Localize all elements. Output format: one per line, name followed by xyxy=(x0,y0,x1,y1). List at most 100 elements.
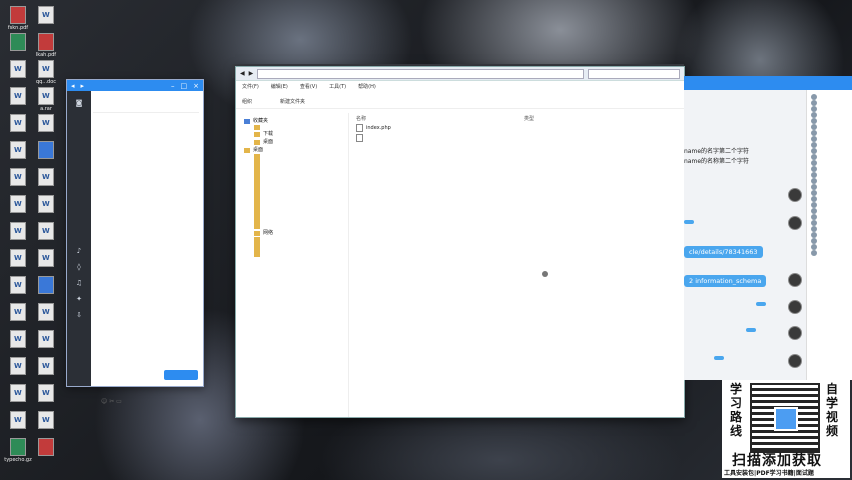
file-row[interactable] xyxy=(354,133,684,143)
nav-item[interactable]: 网络 xyxy=(236,229,348,237)
desktop-icon[interactable] xyxy=(4,411,32,430)
forward-icon[interactable]: ▸ xyxy=(81,82,85,90)
nav-item[interactable]: 桌面 xyxy=(236,138,348,146)
desktop-icon[interactable] xyxy=(4,384,32,403)
user-icon[interactable]: ◙ xyxy=(67,99,91,107)
desktop-icon[interactable] xyxy=(32,276,60,295)
desktop-icon[interactable] xyxy=(4,60,32,79)
folder-icon xyxy=(244,147,250,153)
game-icon[interactable]: ✦ xyxy=(67,295,91,303)
desktop-icon[interactable] xyxy=(4,303,32,322)
message-bubble xyxy=(684,220,694,224)
desktop-icon[interactable] xyxy=(4,114,32,133)
organize-button[interactable]: 组织 xyxy=(242,98,252,105)
desktop-icon[interactable] xyxy=(4,249,32,268)
send-button[interactable] xyxy=(164,370,198,380)
input-tools: ☺ ✂ ▭ xyxy=(101,398,122,405)
emoji-icon[interactable]: ☺ xyxy=(101,398,107,405)
desktop-icon[interactable] xyxy=(32,303,60,322)
file-icon xyxy=(38,330,54,348)
explorer-titlebar: ◀ ▶ xyxy=(236,67,684,81)
desktop-icon[interactable]: qq...doc xyxy=(32,60,60,85)
avatar[interactable] xyxy=(788,326,802,340)
message-text: name的名称第二个字符 xyxy=(684,158,750,165)
desktop-icon[interactable] xyxy=(4,141,32,160)
nav-item[interactable]: 桌面 xyxy=(236,146,348,154)
desktop-icon[interactable] xyxy=(4,330,32,349)
back-icon[interactable]: ◂ xyxy=(71,82,75,90)
chat-app-titlebar: ◂ ▸ – □ × xyxy=(67,80,203,91)
file-icon xyxy=(10,60,26,78)
avatar[interactable] xyxy=(788,188,802,202)
desktop-icon[interactable] xyxy=(32,195,60,214)
desktop-icon[interactable] xyxy=(32,168,60,187)
nav-item[interactable] xyxy=(236,252,348,257)
desktop-icon[interactable] xyxy=(32,384,60,403)
maximize-icon[interactable]: □ xyxy=(181,82,188,90)
member-item[interactable] xyxy=(811,250,852,256)
avatar[interactable] xyxy=(788,300,802,314)
address-bar[interactable] xyxy=(257,68,584,79)
file-icon xyxy=(38,384,54,402)
column-type[interactable]: 类型 xyxy=(524,115,594,122)
desktop-icon[interactable] xyxy=(4,87,32,106)
avatar[interactable] xyxy=(788,354,802,368)
desktop-icon[interactable] xyxy=(4,33,32,52)
desktop-icon[interactable]: a.rar xyxy=(32,87,60,112)
desktop-icon[interactable]: lkah.pdf xyxy=(32,33,60,58)
mute-icon[interactable]: ◊ xyxy=(67,263,91,271)
message-bubble xyxy=(756,302,766,306)
menu-help[interactable]: 帮助(H) xyxy=(358,83,376,93)
desktop-icon-label: a.rar xyxy=(40,106,52,112)
promo-scan-text: 扫描添加获取 xyxy=(732,453,822,469)
desktop-icon[interactable] xyxy=(32,330,60,349)
file-icon xyxy=(10,438,26,456)
music-icon[interactable]: ♫ xyxy=(67,279,91,287)
nav-item[interactable]: 下载 xyxy=(236,130,348,138)
avatar[interactable] xyxy=(788,216,802,230)
divider xyxy=(93,112,199,113)
message-bubble xyxy=(714,356,724,360)
desktop-icon[interactable] xyxy=(32,438,60,457)
desktop-icon[interactable] xyxy=(32,6,60,25)
folder-icon xyxy=(254,131,260,137)
file-row[interactable]: index.php xyxy=(354,123,684,133)
desktop-icon[interactable] xyxy=(4,357,32,376)
desktop-icon[interactable]: typecho.gz xyxy=(4,438,32,463)
desktop-icon[interactable] xyxy=(4,168,32,187)
avatar[interactable] xyxy=(788,273,802,287)
new-folder-button[interactable]: 新建文件夹 xyxy=(280,98,305,105)
search-input[interactable] xyxy=(588,68,680,79)
back-icon[interactable]: ◀ xyxy=(240,70,245,77)
forward-icon[interactable]: ▶ xyxy=(249,70,254,77)
desktop-icon[interactable] xyxy=(32,357,60,376)
menu-tools[interactable]: 工具(T) xyxy=(329,83,346,93)
nav-item-label: 桌面 xyxy=(253,147,264,153)
desktop-icon[interactable] xyxy=(4,276,32,295)
desktop-icon[interactable] xyxy=(32,114,60,133)
desktop-icon[interactable] xyxy=(4,222,32,241)
desktop-icon-label: lkah.pdf xyxy=(35,52,57,58)
desktop-icon[interactable] xyxy=(32,249,60,268)
mic-icon[interactable]: ♪ xyxy=(67,247,91,255)
promo-right-text: 自学视频 xyxy=(826,382,839,438)
loading-cursor xyxy=(542,271,548,277)
column-name[interactable]: 名称 xyxy=(354,115,470,122)
close-icon[interactable]: × xyxy=(193,82,199,90)
download-icon[interactable]: ⇩ xyxy=(67,311,91,319)
desktop-icon[interactable] xyxy=(4,195,32,214)
desktop-icon[interactable] xyxy=(32,141,60,160)
desktop-icon[interactable] xyxy=(32,222,60,241)
explorer-toolbar: 组织 新建文件夹 xyxy=(236,95,684,109)
star-icon xyxy=(244,118,250,124)
desktop-icon[interactable]: fskn.pdf xyxy=(4,6,32,31)
menu-file[interactable]: 文件(F) xyxy=(242,83,259,93)
nav-item[interactable]: 收藏夹 xyxy=(236,117,348,125)
folder-icon[interactable]: ▭ xyxy=(116,398,122,405)
menu-edit[interactable]: 编辑(E) xyxy=(271,83,288,93)
desktop-icon[interactable] xyxy=(32,411,60,430)
folder-icon xyxy=(254,139,260,145)
menu-view[interactable]: 查看(V) xyxy=(300,83,317,93)
scissors-icon[interactable]: ✂ xyxy=(109,398,114,405)
minimize-icon[interactable]: – xyxy=(171,82,175,90)
